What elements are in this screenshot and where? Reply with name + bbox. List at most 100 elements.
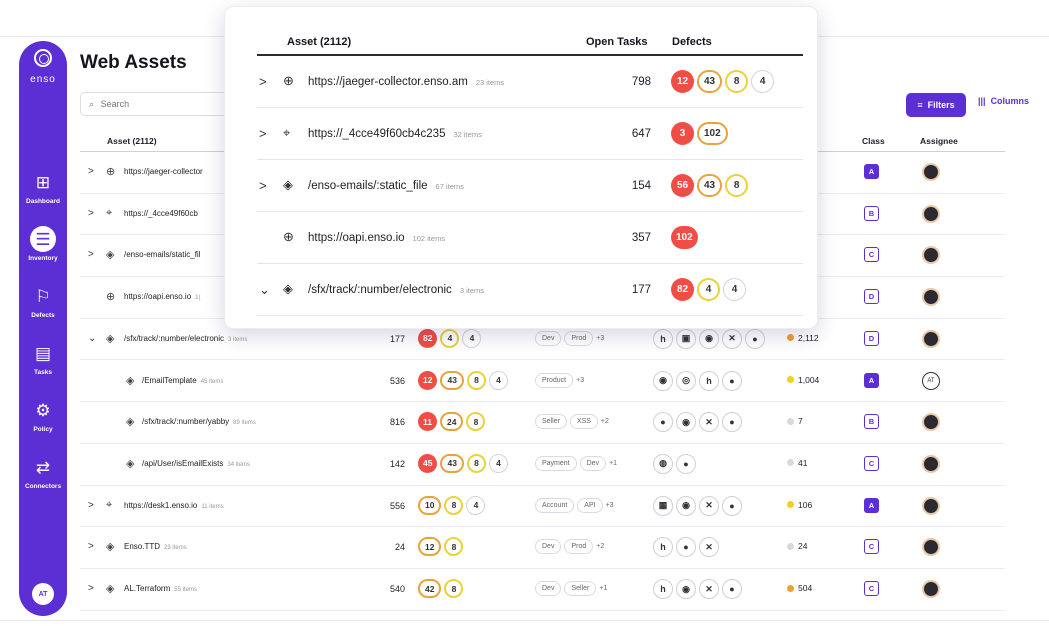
defect-count-red[interactable]: 82 (418, 328, 438, 348)
defect-count-yellow[interactable]: 4 (440, 328, 460, 348)
integration-icon[interactable]: ◉ (699, 328, 719, 349)
defect-count-red[interactable]: 12 (418, 370, 438, 390)
defect-count-gray[interactable]: 4 (466, 495, 486, 515)
more-tags[interactable]: +3 (576, 377, 584, 384)
class-badge[interactable]: C (864, 581, 879, 596)
asset-name-text[interactable]: /sfx/track/:number/yabby (142, 417, 229, 426)
popup-asset-name-text[interactable]: https://_4cce49f60cb4c235 (308, 128, 445, 140)
integration-icon[interactable]: h (653, 328, 673, 349)
assignee-avatar[interactable] (922, 204, 940, 223)
assignee-avatar[interactable] (922, 496, 940, 515)
more-tags[interactable]: +3 (596, 335, 604, 342)
defect-count-gray[interactable]: 4 (462, 328, 482, 348)
class-badge[interactable]: C (864, 539, 879, 555)
sidebar-item-inventory[interactable]: ☰ Inventory (19, 226, 67, 262)
assignee-avatar[interactable] (922, 246, 940, 265)
popup-asset-name[interactable]: https://_4cce49f60cb4c235 32 items (308, 128, 482, 140)
defect-count-orange[interactable]: 10 (418, 495, 442, 515)
enso-logo[interactable]: enso (19, 49, 67, 87)
integration-icon[interactable]: ● (745, 328, 765, 349)
asset-name[interactable]: https://jaeger-collector (124, 167, 203, 176)
popup-row[interactable]: ⊕ https://oapi.enso.io 102 items 357 102 (257, 212, 803, 264)
defect-count-orange[interactable]: 43 (440, 453, 464, 473)
tag[interactable]: Payment (535, 455, 577, 471)
table-row[interactable]: > ⌖ https://desk1.enso.io 11 items 556 10 8 4 Ac… (80, 486, 1005, 528)
assignee-avatar[interactable] (922, 580, 940, 598)
asset-name-text[interactable]: https://jaeger-collector (124, 167, 203, 176)
chevron-right-icon[interactable]: > (259, 178, 267, 193)
class-badge[interactable]: D (864, 330, 879, 346)
integration-icon[interactable]: ✕ (699, 412, 719, 433)
defect-count-red[interactable]: 12 (671, 70, 694, 93)
asset-name[interactable]: /api/User/isEmailExists 34 items (142, 459, 250, 468)
popup-asset-name-text[interactable]: /enso-emails/:static_file (308, 180, 428, 192)
integration-icon[interactable]: ● (722, 412, 742, 433)
asset-name-text[interactable]: /api/User/isEmailExists (142, 459, 223, 468)
filters-button[interactable]: ≡ Filters (906, 93, 966, 117)
tag[interactable]: Product (535, 372, 574, 388)
chevron-right-icon[interactable]: > (88, 249, 94, 260)
tag[interactable]: Prod (564, 539, 594, 555)
tag[interactable]: Account (535, 497, 575, 513)
defect-count-gray[interactable]: 4 (723, 278, 746, 301)
class-badge[interactable]: D (864, 289, 879, 305)
sidebar-item-dashboard[interactable]: ⊞ Dashboard (19, 169, 67, 206)
integration-icon[interactable]: ● (676, 453, 696, 474)
asset-name[interactable]: /sfx/track/:number/electronic 3 items (124, 334, 247, 343)
defect-count-orange[interactable]: 24 (440, 412, 464, 432)
defect-count-gray[interactable]: 4 (488, 370, 508, 390)
asset-name-text[interactable]: /enso-emails/static_fil (124, 250, 200, 259)
integration-icon[interactable]: h (653, 579, 673, 599)
asset-name[interactable]: Enso.TTD 23 items (124, 542, 187, 551)
table-row[interactable]: > ◈ AL.Terraform 55 items 540 42 8 Dev Seller +1 h… (80, 569, 1005, 611)
popup-asset-name-text[interactable]: https://jaeger-collector.enso.am (308, 76, 468, 88)
integration-icon[interactable]: ● (722, 370, 742, 391)
defect-count-yellow[interactable]: 8 (444, 579, 464, 598)
chevron-right-icon[interactable]: > (88, 208, 94, 219)
more-tags[interactable]: +2 (601, 418, 609, 425)
integration-icon[interactable]: ✕ (722, 328, 742, 349)
chevron-right-icon[interactable]: > (88, 500, 94, 511)
integration-icon[interactable]: ✕ (699, 495, 719, 516)
tag[interactable]: Seller (564, 581, 597, 596)
class-badge[interactable]: A (864, 497, 879, 513)
defect-count-orange[interactable]: 43 (440, 370, 464, 390)
class-badge[interactable]: C (864, 247, 879, 263)
chevron-right-icon[interactable]: > (259, 74, 267, 89)
defect-count-orange[interactable]: 43 (697, 70, 723, 93)
defect-count-orange[interactable]: 12 (418, 537, 442, 557)
defect-count-orange[interactable]: 42 (418, 579, 442, 598)
integration-icon[interactable]: ◉ (676, 412, 696, 433)
class-badge[interactable]: C (864, 455, 879, 471)
asset-name-text[interactable]: AL.Terraform (124, 584, 170, 593)
defect-count-yellow[interactable]: 8 (466, 453, 486, 473)
integration-icon[interactable]: ◍ (653, 453, 673, 474)
table-row[interactable]: > ◈ Enso.TTD 23 items 24 12 8 Dev Prod +2 h ● ✕ 24 C (80, 527, 1005, 569)
chevron-down-icon[interactable]: ⌄ (88, 333, 96, 344)
defect-count-orange[interactable]: 102 (697, 122, 728, 145)
assignee-avatar[interactable]: AT (922, 371, 940, 390)
popup-row[interactable]: > ⊕ https://jaeger-collector.enso.am 23 ite… (257, 56, 803, 108)
assignee-avatar[interactable] (922, 288, 940, 307)
chevron-right-icon[interactable]: > (259, 126, 267, 141)
tag[interactable]: Dev (535, 330, 562, 346)
defect-count-gray[interactable]: 4 (488, 453, 508, 473)
asset-name[interactable]: https://desk1.enso.io 11 items (124, 501, 224, 510)
integration-icon[interactable]: ● (722, 579, 742, 599)
integration-icon[interactable]: h (653, 537, 673, 558)
integration-icon[interactable]: ● (653, 412, 673, 433)
search-box[interactable]: ⌕ (80, 92, 240, 116)
defect-count-red[interactable]: 3 (671, 122, 694, 145)
popup-asset-header[interactable]: Asset (2112) (287, 36, 351, 48)
assignee-avatar[interactable] (922, 538, 940, 557)
asset-name[interactable]: https://oapi.enso.io 1( (124, 292, 201, 301)
table-row[interactable]: ◈ /sfx/track/:number/yabby 89 items 816 11 24… (80, 402, 1005, 444)
asset-name[interactable]: https://_4cce49f60cb (124, 209, 198, 218)
popup-defects-header[interactable]: Defects (672, 36, 712, 48)
asset-name[interactable]: /enso-emails/static_fil (124, 250, 200, 259)
class-badge[interactable]: A (864, 372, 879, 388)
columns-button[interactable]: ||| Columns (978, 96, 1029, 106)
asset-name-text[interactable]: https://desk1.enso.io (124, 501, 197, 510)
popup-asset-name[interactable]: https://jaeger-collector.enso.am 23 items (308, 76, 504, 88)
integration-icon[interactable]: ✕ (699, 579, 719, 599)
